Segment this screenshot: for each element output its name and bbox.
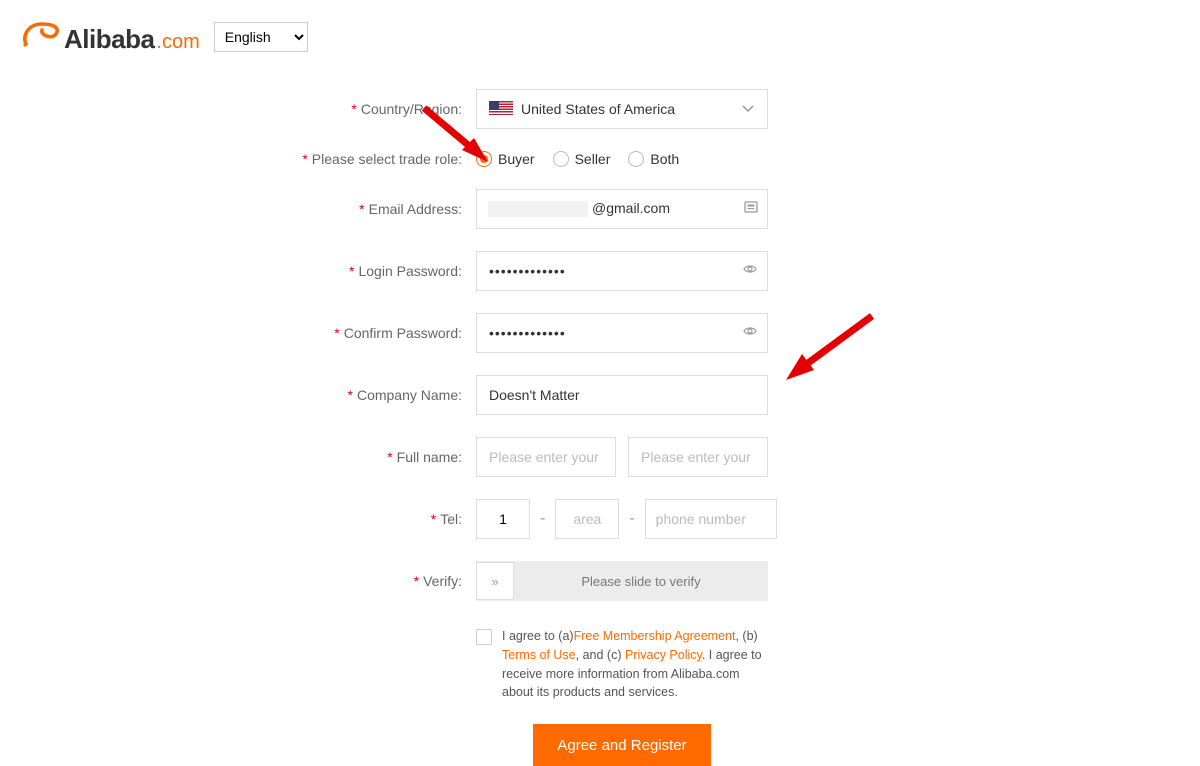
tel-label: Tel: (440, 511, 462, 527)
registration-form: *Country/Region: United States of Americ… (0, 89, 1200, 766)
slide-verify[interactable]: » Please slide to verify (476, 561, 768, 601)
confirm-password-label: Confirm Password: (344, 325, 462, 341)
chevron-down-icon (741, 101, 755, 118)
firstname-input[interactable] (476, 437, 616, 477)
dash-2: - (629, 510, 634, 528)
link-privacy[interactable]: Privacy Policy (625, 648, 702, 662)
tel-number-input[interactable] (645, 499, 777, 539)
tel-country-code-input[interactable] (476, 499, 530, 539)
language-select[interactable]: English (214, 22, 308, 52)
lastname-input[interactable] (628, 437, 768, 477)
email-label: Email Address: (369, 201, 462, 217)
radio-seller[interactable]: Seller (553, 151, 611, 167)
country-value: United States of America (521, 101, 675, 117)
radio-buyer[interactable]: Buyer (476, 151, 535, 167)
tel-area-input[interactable] (555, 499, 619, 539)
us-flag-icon (489, 101, 513, 117)
confirm-password-input[interactable] (476, 313, 768, 353)
slide-handle-icon[interactable]: » (476, 562, 514, 600)
company-input[interactable] (476, 375, 768, 415)
radio-both[interactable]: Both (628, 151, 679, 167)
trade-role-group: Buyer Seller Both (476, 151, 679, 167)
country-select[interactable]: United States of America (476, 89, 768, 129)
email-mask-icon (488, 201, 588, 217)
company-label: Company Name: (357, 387, 462, 403)
eye-icon[interactable] (742, 323, 758, 343)
link-terms[interactable]: Terms of Use (502, 648, 576, 662)
page-header: Alibaba.com English (0, 0, 1200, 65)
verify-label: Verify: (423, 573, 462, 589)
email-domain: @gmail.com (592, 200, 670, 216)
country-label: Country/Region: (361, 101, 462, 117)
agree-register-button[interactable]: Agree and Register (533, 724, 710, 766)
trade-role-label: Please select trade role: (312, 151, 462, 167)
eye-icon[interactable] (742, 261, 758, 281)
alibaba-mark-icon (20, 18, 62, 48)
logo-suffix: .com (156, 31, 199, 54)
dash-1: - (540, 510, 545, 528)
password-input[interactable] (476, 251, 768, 291)
link-membership[interactable]: Free Membership Agreement (574, 629, 736, 643)
fullname-label: Full name: (397, 449, 462, 465)
agree-text: I agree to (a)Free Membership Agreement,… (502, 627, 768, 702)
alibaba-logo: Alibaba.com (20, 18, 200, 55)
verify-text: Please slide to verify (514, 574, 768, 589)
agree-checkbox[interactable] (476, 629, 492, 645)
password-label: Login Password: (358, 263, 462, 279)
contact-card-icon (744, 200, 758, 218)
logo-text: Alibaba (64, 24, 154, 55)
